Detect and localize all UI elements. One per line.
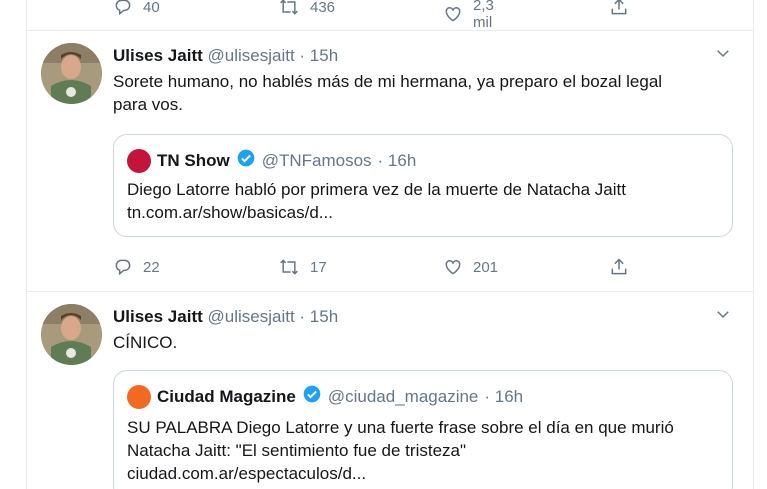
- heart-icon: [443, 4, 463, 24]
- tweet-divider: [26, 291, 754, 292]
- quoted-tweet[interactable]: Ciudad Magazine @ciudad_magazine · 16h S…: [113, 370, 733, 489]
- like-count: 201: [473, 258, 499, 276]
- tweet-divider: [26, 30, 754, 31]
- like-button[interactable]: 201: [443, 257, 498, 277]
- retweet-count: 17: [310, 258, 327, 276]
- quoted-link[interactable]: ciudad.com.ar/espectaculos/d...: [127, 462, 674, 485]
- tn-show-logo: [127, 148, 151, 173]
- ciudad-magazine-logo: [127, 384, 151, 409]
- verified-badge-icon: [302, 384, 322, 409]
- like-count: 2,3 mil: [473, 0, 494, 31]
- retweet-count: 436: [310, 0, 336, 16]
- quoted-tweet-header: Ciudad Magazine @ciudad_magazine · 16h: [127, 384, 523, 409]
- reply-count: 22: [143, 258, 160, 276]
- quoted-text-line: Diego Latorre habló por primera vez de l…: [127, 180, 626, 199]
- tweet-text-line: Sorete humano, no hablés más de mi herma…: [113, 72, 663, 91]
- quoted-text-line: SU PALABRA Diego Latorre y una fuerte fr…: [127, 418, 674, 437]
- quoted-tweet[interactable]: TN Show @TNFamosos · 16h Diego Latorre h…: [113, 134, 733, 237]
- quoted-author-name: TN Show: [157, 150, 230, 170]
- author-name[interactable]: Ulises Jaitt: [113, 307, 203, 326]
- tweet-text-line: para vos.: [113, 95, 183, 114]
- author-name[interactable]: Ulises Jaitt: [113, 46, 203, 65]
- retweet-button[interactable]: 436: [278, 0, 335, 17]
- share-button[interactable]: [609, 257, 629, 277]
- tweet-text: Sorete humano, no hablés más de mi herma…: [113, 70, 662, 116]
- reply-button[interactable]: 22: [113, 257, 160, 277]
- quoted-tweet-time: · 16h: [484, 386, 524, 406]
- quoted-link[interactable]: tn.com.ar/show/basicas/d...: [127, 201, 626, 224]
- reply-count: 40: [143, 0, 160, 16]
- share-icon: [609, 0, 629, 17]
- tweet-header: Ulises Jaitt @ulisesjaitt · 15h: [113, 46, 338, 66]
- tweet-time[interactable]: · 15h: [299, 46, 338, 65]
- quoted-tweet-text: SU PALABRA Diego Latorre y una fuerte fr…: [127, 416, 674, 485]
- share-icon: [609, 257, 629, 277]
- reply-icon: [113, 0, 133, 17]
- quoted-tweet-header: TN Show @TNFamosos · 16h: [127, 148, 416, 173]
- quoted-tweet-time: · 16h: [377, 150, 417, 170]
- avatar[interactable]: [41, 304, 102, 365]
- reply-icon: [113, 257, 133, 277]
- retweet-icon: [278, 0, 300, 17]
- quoted-author-handle: @ciudad_magazine: [327, 386, 479, 406]
- author-handle[interactable]: @ulisesjaitt: [208, 46, 295, 65]
- quoted-author-name: Ciudad Magazine: [157, 386, 296, 406]
- chevron-down-icon[interactable]: [714, 44, 732, 67]
- quoted-tweet-text: Diego Latorre habló por primera vez de l…: [127, 178, 626, 224]
- retweet-icon: [278, 257, 300, 277]
- reply-button[interactable]: 40: [113, 0, 160, 17]
- quoted-text-line: Natacha Jaitt: "El sentimiento fue de tr…: [127, 441, 467, 460]
- like-button[interactable]: 2,3 mil: [443, 0, 494, 31]
- share-button[interactable]: [609, 0, 629, 17]
- heart-icon: [443, 257, 463, 277]
- quoted-author-handle: @TNFamosos: [261, 150, 372, 170]
- retweet-button[interactable]: 17: [278, 257, 327, 277]
- verified-badge-icon: [236, 148, 256, 173]
- author-handle[interactable]: @ulisesjaitt: [208, 307, 295, 326]
- tweet-header: Ulises Jaitt @ulisesjaitt · 15h: [113, 307, 338, 327]
- tweet-time[interactable]: · 15h: [299, 307, 338, 326]
- chevron-down-icon[interactable]: [714, 305, 732, 328]
- avatar[interactable]: [41, 43, 102, 104]
- tweet-text: CÍNICO.: [113, 333, 178, 352]
